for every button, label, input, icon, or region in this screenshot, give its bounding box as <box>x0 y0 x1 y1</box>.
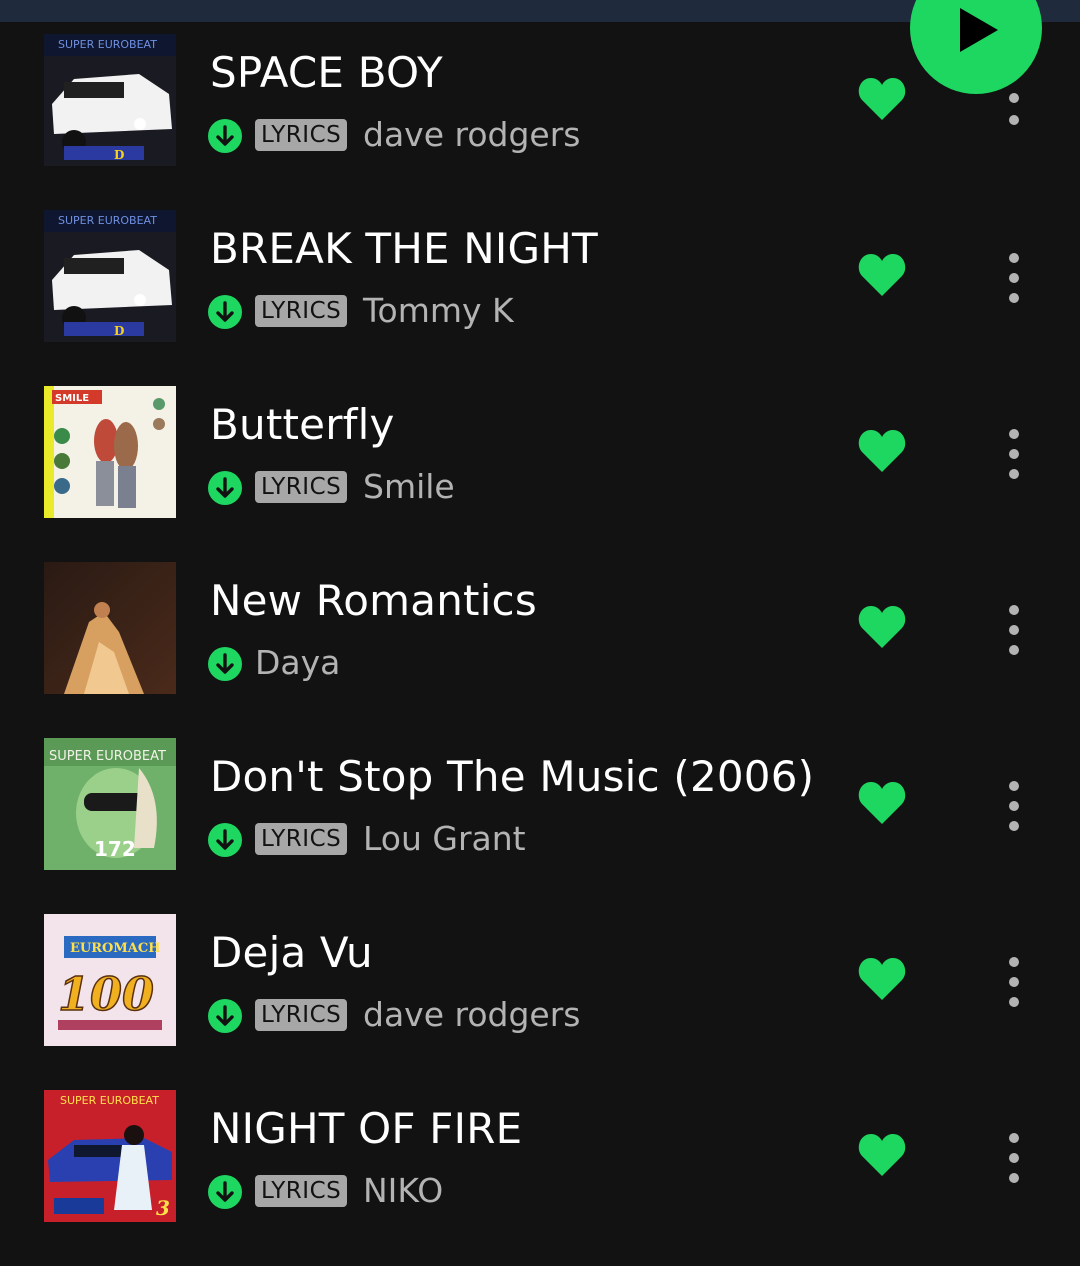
track-row[interactable]: New Romantics Daya <box>0 562 1080 738</box>
more-options-button[interactable] <box>996 1133 1032 1193</box>
track-row[interactable]: SUPER EUROBEAT 3 NIGHT OF FIRE LYRICS NI… <box>0 1090 1080 1266</box>
track-title: SPACE BOY <box>210 48 443 97</box>
download-circle-icon <box>208 1175 242 1209</box>
svg-text:D: D <box>114 148 124 162</box>
track-row[interactable]: EUROMACH 100 Deja Vu LYRICS dave rodgers <box>0 914 1080 1090</box>
cover-text: SUPER EUROBEAT <box>58 38 157 51</box>
cover-number: 172 <box>94 837 136 861</box>
download-circle-icon <box>208 999 242 1033</box>
heart-filled-icon[interactable] <box>858 956 906 1002</box>
download-circle-icon <box>208 295 242 329</box>
album-cover: SMILE <box>44 386 176 518</box>
more-options-button[interactable] <box>996 781 1032 841</box>
album-cover: SUPER EUROBEAT 172 <box>44 738 176 870</box>
track-title: Don't Stop The Music (2006) <box>210 752 815 801</box>
heart-filled-icon[interactable] <box>858 252 906 298</box>
album-cover: SUPER EUROBEAT 3 <box>44 1090 176 1222</box>
track-artist: dave rodgers <box>363 995 581 1034</box>
track-artist: Tommy K <box>363 291 514 330</box>
track-row[interactable]: SUPER EUROBEAT D BREAK THE NIGHT LYRICS … <box>0 210 1080 386</box>
track-artist: Smile <box>363 467 455 506</box>
lyrics-badge: LYRICS <box>255 295 348 327</box>
album-cover: EUROMACH 100 <box>44 914 176 1046</box>
lyrics-badge: LYRICS <box>255 119 348 151</box>
cover-text: SMILE <box>55 393 89 404</box>
track-title: New Romantics <box>210 576 537 625</box>
heart-filled-icon[interactable] <box>858 780 906 826</box>
cover-number: 100 <box>58 967 154 1021</box>
track-artist: Lou Grant <box>363 819 526 858</box>
download-circle-icon <box>208 119 242 153</box>
track-title: Butterfly <box>210 400 395 449</box>
lyrics-badge: LYRICS <box>255 471 348 503</box>
album-cover <box>44 562 176 694</box>
play-icon <box>960 8 998 52</box>
track-artist: NIKO <box>363 1171 444 1210</box>
more-options-button[interactable] <box>996 957 1032 1017</box>
more-options-button[interactable] <box>996 253 1032 313</box>
heart-filled-icon[interactable] <box>858 428 906 474</box>
track-title: BREAK THE NIGHT <box>210 224 598 273</box>
track-row[interactable]: SMILE Butterfly LYRICS Smile <box>0 386 1080 562</box>
track-artist: Daya <box>255 643 341 682</box>
album-cover: SUPER EUROBEAT D <box>44 210 176 342</box>
svg-text:3: 3 <box>156 1196 170 1220</box>
download-circle-icon <box>208 471 242 505</box>
lyrics-badge: LYRICS <box>255 1175 348 1207</box>
track-artist: dave rodgers <box>363 115 581 154</box>
cover-text: SUPER EUROBEAT <box>49 749 166 764</box>
cover-text: SUPER EUROBEAT <box>58 214 157 227</box>
album-cover: SUPER EUROBEAT D <box>44 34 176 166</box>
track-row[interactable]: SUPER EUROBEAT 172 Don't Stop The Music … <box>0 738 1080 914</box>
download-circle-icon <box>208 647 242 681</box>
heart-filled-icon[interactable] <box>858 1132 906 1178</box>
lyrics-badge: LYRICS <box>255 823 348 855</box>
track-title: Deja Vu <box>210 928 373 977</box>
heart-filled-icon[interactable] <box>858 76 906 122</box>
track-title: NIGHT OF FIRE <box>210 1104 523 1153</box>
more-options-button[interactable] <box>996 429 1032 489</box>
heart-filled-icon[interactable] <box>858 604 906 650</box>
svg-text:D: D <box>114 324 124 338</box>
more-options-button[interactable] <box>996 605 1032 665</box>
cover-text: SUPER EUROBEAT <box>60 1094 159 1107</box>
lyrics-badge: LYRICS <box>255 999 348 1031</box>
cover-text: EUROMACH <box>70 941 160 956</box>
download-circle-icon <box>208 823 242 857</box>
